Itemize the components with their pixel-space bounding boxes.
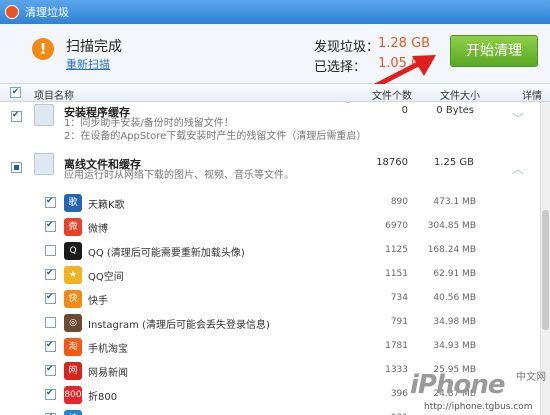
- group-desc-line1: 1：同步助手安装/备份时的残留文件！: [64, 118, 234, 129]
- app-file-size: 34.93 MB: [433, 341, 476, 351]
- app-row-checkbox[interactable]: [45, 388, 56, 400]
- app-file-size: 62.91 MB: [433, 269, 476, 279]
- found-junk-value: 1.28 GB: [378, 36, 431, 51]
- app-name: 手机淘宝: [88, 344, 128, 355]
- app-row[interactable]: 淘手机淘宝 1781 34.93 MB: [0, 336, 540, 358]
- app-icon: 蜻: [64, 410, 82, 415]
- column-size: 文件大小: [440, 91, 480, 102]
- column-detail: 详情: [522, 91, 542, 102]
- app-file-count: 1151: [385, 269, 408, 279]
- app-icon: [5, 5, 19, 19]
- app-name: 折800: [88, 392, 118, 403]
- app-name: 天籁K歌: [88, 200, 125, 211]
- group-file-count: 18760: [376, 157, 408, 168]
- app-file-count: 396: [390, 389, 408, 399]
- warning-icon: !: [32, 38, 54, 60]
- app-row-checkbox[interactable]: [45, 268, 56, 280]
- rescan-link[interactable]: 重新扫描: [66, 56, 110, 72]
- app-row[interactable]: ◎ Instagram (清理后可能会丢失登录信息) 791 34.98 MB: [0, 312, 540, 334]
- app-icon: 网: [64, 362, 82, 380]
- app-row[interactable]: 歌天籁K歌 890 473.1 MB: [0, 192, 540, 214]
- window-title: 清理垃圾: [25, 6, 69, 19]
- group-checkbox[interactable]: [11, 162, 22, 173]
- column-count: 文件个数: [372, 91, 412, 102]
- app-row[interactable]: 微微博 6970 304.85 MB: [0, 216, 540, 238]
- group-file-size: 1.25 GB: [433, 157, 474, 168]
- app-name: Instagram (清理后可能会丢失登录信息): [88, 320, 270, 331]
- watermark: iPhone 中文网 http://iphone.tgbus.com: [410, 368, 548, 414]
- app-row[interactable]: ★ QQ空间 1151 62.91 MB: [0, 264, 540, 286]
- app-file-size: 34.98 MB: [433, 317, 476, 327]
- group-checkbox[interactable]: [11, 110, 22, 122]
- app-file-count: 734: [390, 293, 408, 303]
- app-file-size: 40.56 MB: [433, 293, 476, 303]
- select-all-checkbox[interactable]: ✔: [10, 87, 21, 98]
- scrollbar-thumb[interactable]: [542, 210, 549, 330]
- scan-status-title: 扫描完成: [66, 39, 122, 55]
- app-row[interactable]: Q QQ (清理后可能需要重新加载头像) 1125 168.24 MB: [0, 240, 540, 262]
- watermark-cn: 中文网: [516, 372, 546, 383]
- app-file-size: 473.1 MB: [433, 197, 476, 207]
- app-row-checkbox[interactable]: [45, 220, 56, 232]
- app-icon: Q: [64, 242, 82, 260]
- app-file-size: 168.24 MB: [427, 245, 476, 255]
- group-install-cache: 安装程序缓存 1：同步助手安装/备份时的残留文件！ 2：在设备的AppStore…: [0, 102, 540, 144]
- app-name: QQ (清理后可能需要重新加载头像): [88, 248, 245, 259]
- app-file-count: 1781: [385, 341, 408, 351]
- app-row-checkbox[interactable]: [45, 292, 56, 304]
- app-name: 网易新闻: [88, 368, 128, 379]
- app-file-count: 1125: [385, 245, 408, 255]
- group-desc: 应用运行时从网络下载的图片、视频、音乐等文件。: [64, 170, 294, 181]
- app-file-size: 304.85 MB: [427, 221, 476, 231]
- app-row-checkbox[interactable]: [45, 364, 56, 376]
- group-file-count: 0: [401, 105, 408, 116]
- app-row[interactable]: 快快手 734 40.56 MB: [0, 288, 540, 310]
- app-icon: ◎: [64, 314, 82, 332]
- title-bar: 清理垃圾: [0, 0, 550, 24]
- column-header: ✔ 项目名称 文件个数 文件大小 详情: [0, 84, 550, 102]
- app-name: QQ空间: [88, 272, 124, 283]
- app-icon: 微: [64, 218, 82, 236]
- app-file-count: 791: [390, 317, 408, 327]
- group-file-size: 0 Bytes: [436, 105, 474, 116]
- app-icon: 快: [64, 290, 82, 308]
- app-file-count: 6970: [385, 221, 408, 231]
- app-row-checkbox[interactable]: [45, 245, 56, 256]
- group-offline-cache: 离线文件和缓存 应用运行时从网络下载的图片、视频、音乐等文件。 18760 1.…: [0, 148, 540, 190]
- app-file-count: 1333: [385, 365, 408, 375]
- app-file-count: 890: [390, 197, 408, 207]
- watermark-url: http://iphone.tgbus.com: [424, 402, 533, 412]
- app-icon: 淘: [64, 338, 82, 356]
- group-desc-line2: 2：在设备的AppStore下载安装时产生的残留文件（清理后需重启）: [64, 131, 367, 142]
- app-name: 微博: [88, 224, 108, 235]
- chevron-up-icon[interactable]: ︿: [512, 160, 524, 177]
- document-icon: [34, 153, 54, 175]
- watermark-brand: iPhone: [410, 370, 505, 400]
- app-row-checkbox[interactable]: [45, 340, 56, 352]
- app-icon: ★: [64, 266, 82, 284]
- start-clean-button[interactable]: 开始清理: [450, 35, 538, 67]
- document-icon: [34, 104, 54, 126]
- chevron-down-icon[interactable]: ﹀: [512, 110, 524, 127]
- column-name: 项目名称: [34, 91, 74, 102]
- app-row-checkbox[interactable]: [45, 317, 56, 328]
- app-icon: 歌: [64, 194, 82, 212]
- scan-summary-header: ! 扫描完成 重新扫描 发现垃圾： 1.28 GB 已选择： 1.05 GB 开…: [0, 24, 550, 84]
- app-row-checkbox[interactable]: [45, 196, 56, 208]
- app-name: 快手: [88, 296, 108, 307]
- app-icon: 800: [64, 386, 82, 404]
